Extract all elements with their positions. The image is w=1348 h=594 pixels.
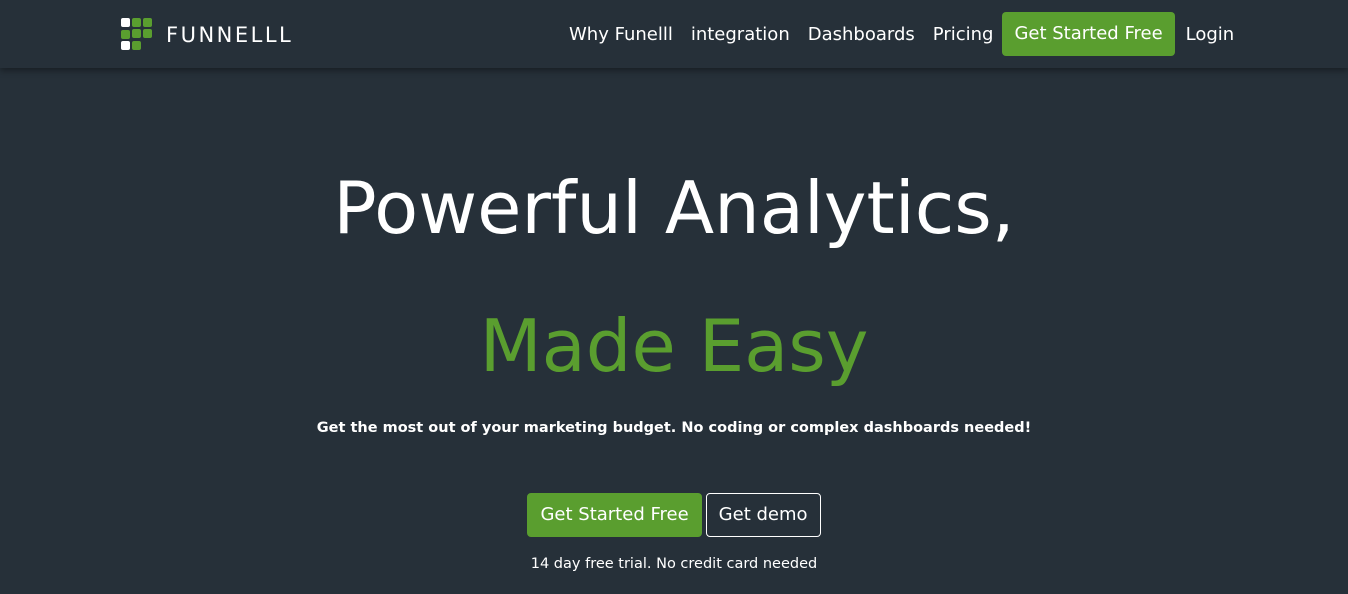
top-navbar: FUNNELLL Why Funelll integration Dashboa… xyxy=(0,0,1348,68)
hero-cta-row: Get Started Free Get demo xyxy=(0,493,1348,537)
nav-get-started-button[interactable]: Get Started Free xyxy=(1002,12,1175,56)
hero-title-line2: Made Easy xyxy=(479,304,869,388)
nav-login-link[interactable]: Login xyxy=(1177,24,1244,45)
get-demo-button[interactable]: Get demo xyxy=(705,493,821,537)
hero-title-line1: Powerful Analytics, xyxy=(333,166,1015,250)
funnel-grid-logo-icon xyxy=(121,18,154,52)
brand-logo[interactable]: FUNNELLL xyxy=(121,18,293,52)
brand-name: FUNNELLL xyxy=(166,22,294,47)
hero-subtitle: Get the most out of your marketing budge… xyxy=(316,420,1032,436)
nav-link-why-funelll[interactable]: Why Funelll xyxy=(560,24,682,45)
trial-note: 14 day free trial. No credit card needed xyxy=(530,556,818,572)
nav-link-pricing[interactable]: Pricing xyxy=(924,24,1003,45)
main-nav: Why Funelll integration Dashboards Prici… xyxy=(560,12,1243,56)
get-started-free-button[interactable]: Get Started Free xyxy=(527,493,702,537)
nav-link-dashboards[interactable]: Dashboards xyxy=(799,24,924,45)
nav-link-integration[interactable]: integration xyxy=(682,24,799,45)
